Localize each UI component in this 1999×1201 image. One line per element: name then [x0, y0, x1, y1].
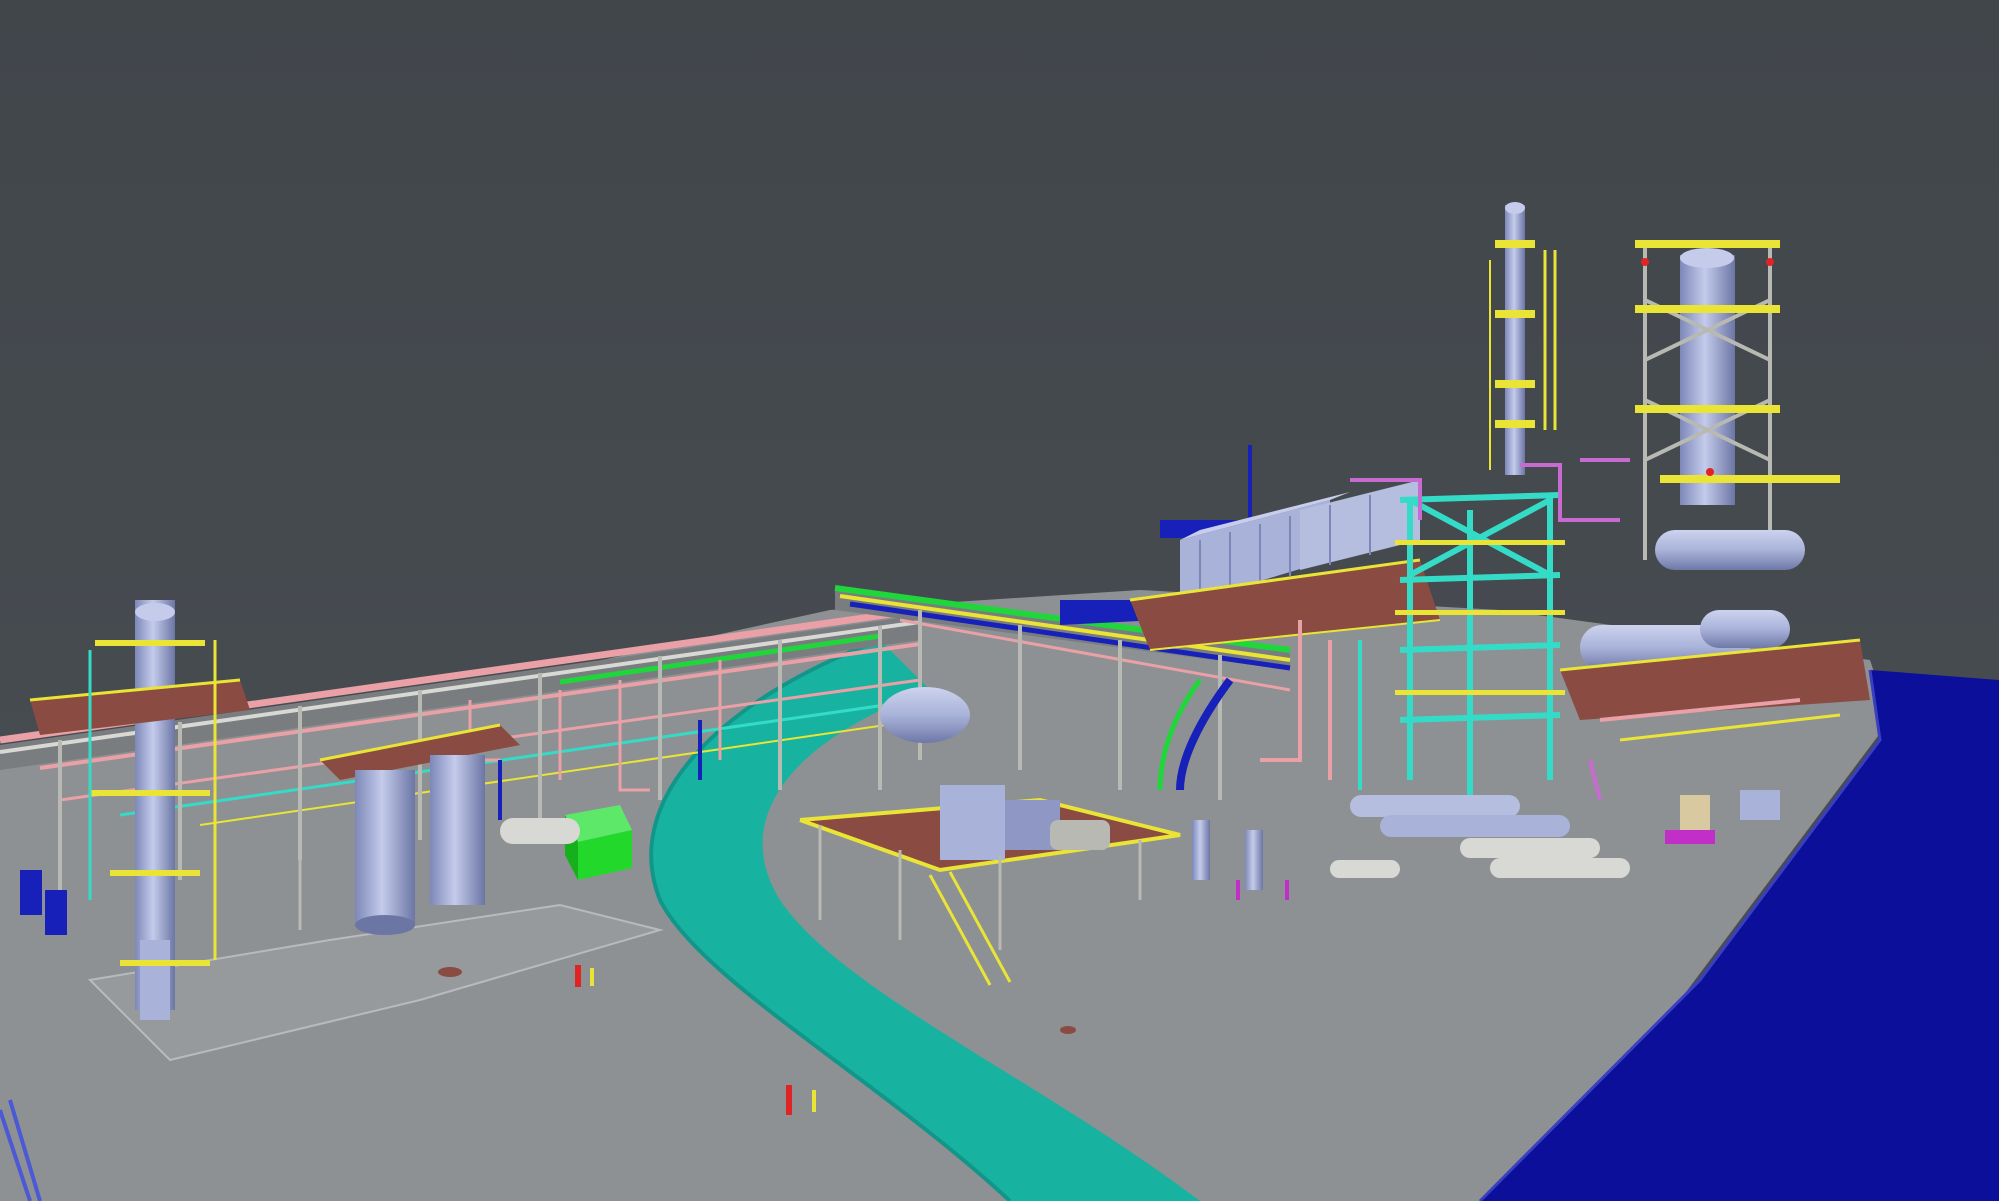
green-enclosure [565, 805, 632, 880]
horizontal-drum-left [500, 818, 580, 844]
horizontal-drum-center [880, 687, 970, 743]
plant-model-scene[interactable] [0, 0, 1999, 1201]
3d-plant-viewport[interactable] [0, 0, 1999, 1201]
